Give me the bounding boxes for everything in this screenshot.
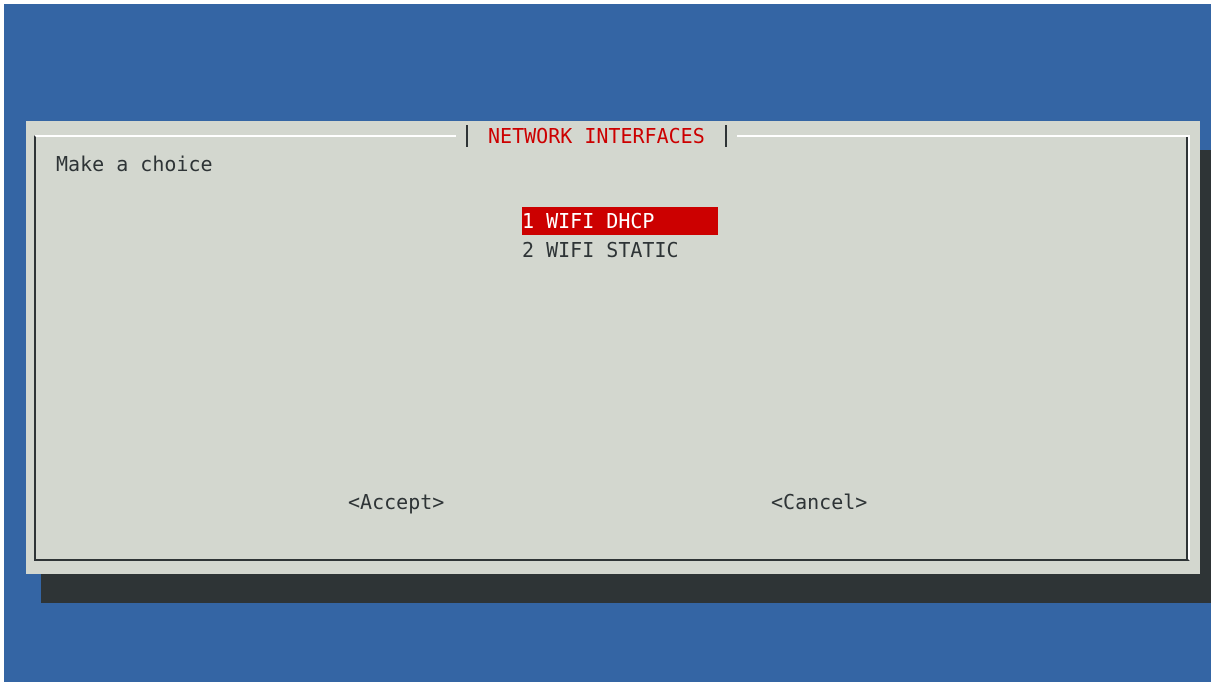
menu-item-wifi-static[interactable]: 2 WIFI STATIC <box>522 236 718 264</box>
dialog-frame <box>34 135 1190 561</box>
title-right-tick <box>724 125 727 147</box>
cancel-button[interactable]: <Cancel> <box>771 487 867 517</box>
title-left-tick <box>466 125 468 147</box>
terminal-background: NETWORK INTERFACES Make a choice 1 WIFI … <box>4 4 1211 682</box>
accept-button[interactable]: <Accept> <box>348 487 444 517</box>
dialog-prompt: Make a choice <box>56 152 213 176</box>
dialog-title: NETWORK INTERFACES <box>488 124 705 148</box>
menu-item-wifi-dhcp[interactable]: 1 WIFI DHCP <box>522 207 718 235</box>
interface-menu: 1 WIFI DHCP 2 WIFI STATIC <box>522 207 718 265</box>
network-interfaces-dialog: NETWORK INTERFACES Make a choice 1 WIFI … <box>26 121 1200 574</box>
dialog-title-bar: NETWORK INTERFACES <box>456 121 737 151</box>
